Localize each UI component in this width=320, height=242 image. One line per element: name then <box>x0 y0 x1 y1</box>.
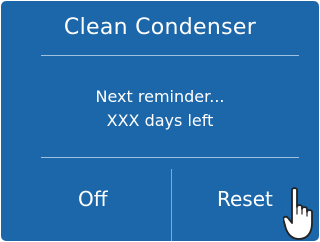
button-divider <box>171 169 172 241</box>
off-button[interactable]: Off <box>78 187 108 211</box>
message-divider <box>41 157 299 158</box>
pointing-hand-icon <box>283 187 313 240</box>
reminder-message-line1: Next reminder... <box>95 87 225 106</box>
condenser-reminder-dialog: Clean Condenser Next reminder... XXX day… <box>1 1 319 241</box>
reminder-message-line2: XXX days left <box>106 111 214 130</box>
reset-button[interactable]: Reset <box>217 187 273 211</box>
dialog-title: Clean Condenser <box>63 15 257 40</box>
title-divider <box>41 55 299 56</box>
